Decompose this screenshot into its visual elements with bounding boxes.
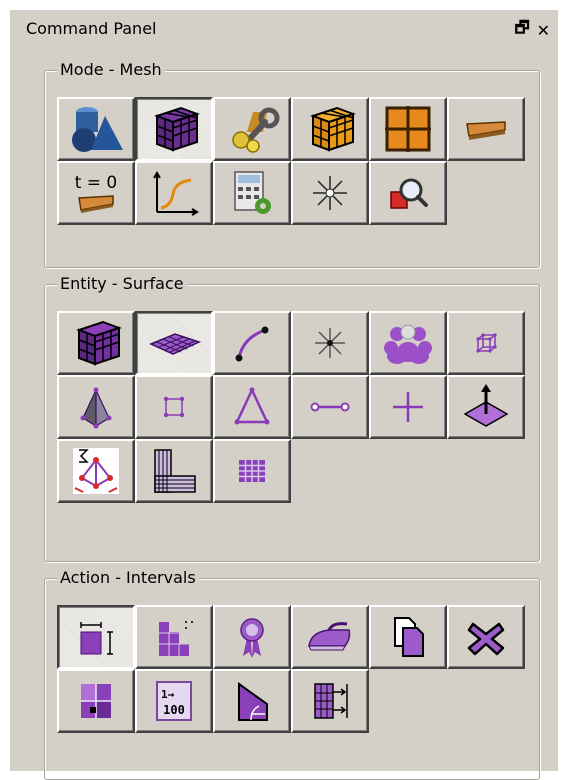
auto-interval-button[interactable]: 1→ 100: [135, 669, 213, 733]
geometry-shapes-icon: [72, 107, 123, 152]
stair-grid-icon: [159, 621, 193, 656]
action-intervals-group: Action - Intervals 1→ 100: [44, 568, 540, 780]
mesh-cube-icon: [154, 106, 200, 152]
time-zero-icon: t = 0: [75, 173, 118, 213]
hex-mesh-mode-button[interactable]: [291, 97, 369, 161]
delete-button[interactable]: [447, 605, 525, 669]
wrench-tools-icon: [232, 107, 280, 153]
copy-button[interactable]: [369, 605, 447, 669]
normal-entity-button[interactable]: [447, 375, 525, 439]
close-icon[interactable]: ✕: [537, 21, 550, 40]
volume-cube-icon: [76, 320, 122, 366]
svg-text:100: 100: [163, 703, 185, 717]
grid-arrow-icon: [314, 683, 348, 719]
interval-size-icon: [80, 622, 113, 655]
angle-interval-button[interactable]: [213, 669, 291, 733]
mesh-grid-button[interactable]: [213, 439, 291, 503]
entity-surface-title: Entity - Surface: [57, 274, 187, 294]
orange-mesh-cube-icon: [310, 106, 356, 152]
magnifier-icon: [390, 178, 428, 209]
geometry-mode-button[interactable]: [57, 97, 135, 161]
node-cross-icon: [393, 392, 423, 422]
boundary-layer-button[interactable]: [135, 439, 213, 503]
starburst-icon: [313, 176, 347, 210]
calculator-button[interactable]: [213, 161, 291, 225]
svg-text:1→: 1→: [161, 688, 175, 701]
bias-interval-button[interactable]: [291, 669, 369, 733]
quad-grid-icon: [385, 106, 431, 152]
tools-mode-button[interactable]: [213, 97, 291, 161]
iron-icon: [308, 622, 351, 651]
sweep-strip-icon: [466, 121, 506, 140]
boundary-layer-icon: [154, 449, 196, 493]
command-panel: Command Panel 🗗 ✕ Mode - Mesh t = 0 Enti…: [10, 10, 558, 780]
volume-entity-button[interactable]: [57, 311, 135, 375]
node-entity-button[interactable]: [369, 375, 447, 439]
mode-mesh-group: Mode - Mesh t = 0: [44, 60, 540, 268]
edge-entity-button[interactable]: [291, 375, 369, 439]
purple-grid-icon: [239, 460, 265, 482]
svg-text:t = 0: t = 0: [75, 173, 118, 193]
title-buttons: 🗗 ✕: [515, 17, 550, 44]
curve-entity-button[interactable]: [213, 311, 291, 375]
smooth-button[interactable]: [291, 605, 369, 669]
wire-cube-icon: [476, 333, 497, 353]
match-interval-button[interactable]: [57, 669, 135, 733]
calculator-gear-icon: [234, 171, 271, 214]
interval-set-button[interactable]: [57, 605, 135, 669]
interval-priority-button[interactable]: [213, 605, 291, 669]
vertex-star-icon: [315, 328, 345, 358]
plot-button[interactable]: [135, 161, 213, 225]
surface-entity-button[interactable]: [135, 311, 213, 375]
tetrahedron-icon: [80, 387, 112, 429]
restore-icon[interactable]: 🗗: [515, 17, 530, 44]
one-to-hundred-icon: 1→ 100: [156, 681, 192, 721]
quad-split-icon: [81, 684, 111, 718]
surface-normal-icon: [463, 384, 509, 427]
vertex-entity-button[interactable]: [291, 311, 369, 375]
sigma-network-icon: [73, 448, 119, 494]
curve-icon: [235, 326, 269, 362]
inspect-button[interactable]: [369, 161, 447, 225]
interval-grade-button[interactable]: [135, 605, 213, 669]
mesh-mode-button[interactable]: [135, 97, 213, 161]
quad-element-icon: [163, 396, 185, 418]
quad-entity-button[interactable]: [135, 375, 213, 439]
time-zero-button[interactable]: t = 0: [57, 161, 135, 225]
triangle-element-icon: [234, 387, 270, 425]
tri-entity-button[interactable]: [213, 375, 291, 439]
surface-patch-icon: [149, 333, 202, 355]
panel-title: Command Panel: [26, 19, 157, 38]
ribbon-award-icon: [240, 618, 264, 658]
spotlight-button[interactable]: [291, 161, 369, 225]
tet-entity-button[interactable]: [57, 375, 135, 439]
angle-sector-icon: [238, 682, 268, 721]
quad-mesh-mode-button[interactable]: [369, 97, 447, 161]
graph-curve-icon: [153, 171, 199, 216]
copy-icon: [394, 617, 424, 657]
entity-surface-group: Entity - Surface: [44, 274, 540, 562]
summary-entity-button[interactable]: [57, 439, 135, 503]
delete-x-icon: [467, 622, 505, 656]
action-intervals-title: Action - Intervals: [57, 568, 199, 588]
edge-element-icon: [310, 402, 350, 412]
group-people-icon: [384, 324, 432, 364]
node-set-entity-button[interactable]: [447, 311, 525, 375]
sweep-mode-button[interactable]: [447, 97, 525, 161]
group-entity-button[interactable]: [369, 311, 447, 375]
mode-mesh-title: Mode - Mesh: [57, 60, 165, 80]
